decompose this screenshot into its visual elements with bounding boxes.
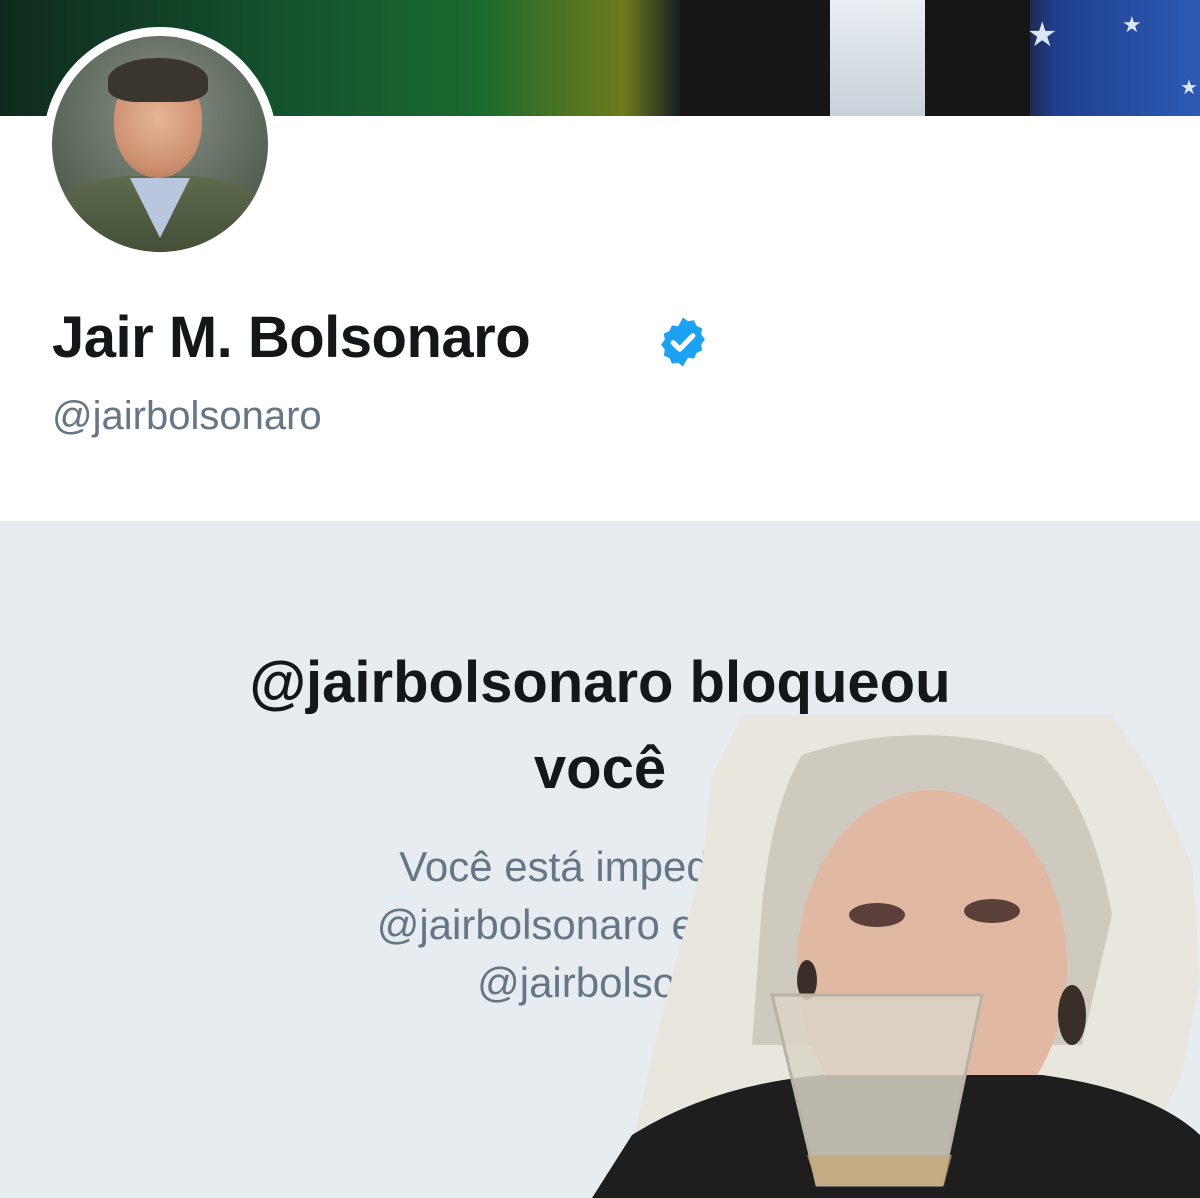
overlay-glass-liquid: [807, 1155, 952, 1185]
display-name: Jair M. Bolsonaro: [52, 305, 531, 370]
overlay-earring: [1058, 985, 1086, 1045]
avatar-hair: [108, 58, 208, 102]
overlay-eye: [849, 903, 905, 927]
overlay-eye: [964, 899, 1020, 923]
star-icon: ★: [1027, 16, 1058, 54]
banner-shirt: [830, 0, 925, 116]
verified-badge-icon: [661, 317, 705, 367]
avatar-photo: [52, 36, 268, 252]
meme-overlay-image: [592, 715, 1200, 1198]
blocked-title-line: @jairbolsonaro bloqueou: [249, 650, 951, 715]
star-icon: ★: [1122, 12, 1142, 37]
profile-handle: @jairbolsonaro: [52, 394, 322, 438]
avatar[interactable]: [43, 27, 277, 261]
star-icon: ★: [1180, 77, 1198, 99]
